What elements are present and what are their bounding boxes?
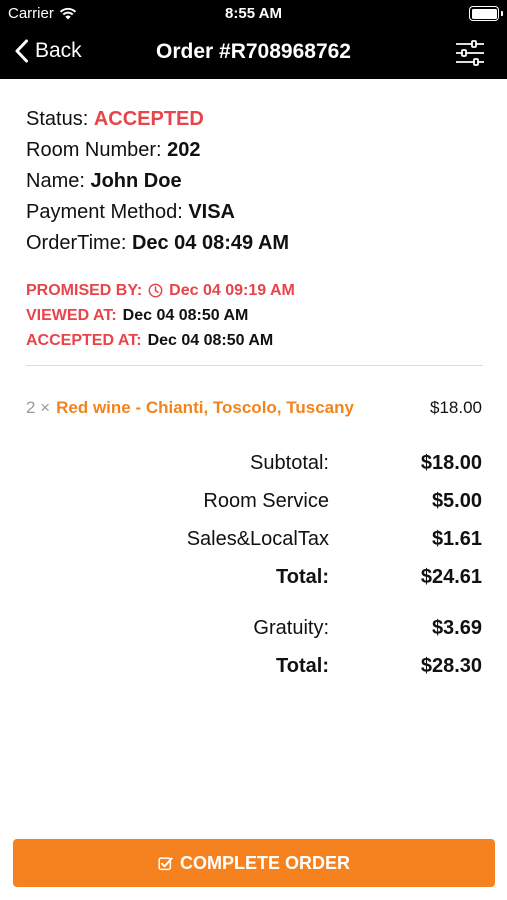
room-label: Room Number: (26, 139, 168, 161)
tax-value: $1.61 (431, 528, 482, 550)
accepted-row: ACCEPTED AT: Dec 04 08:50 AM (26, 328, 295, 353)
room-value: 202 (167, 139, 201, 161)
total-value: $24.61 (420, 566, 482, 588)
gratuity-label: Gratuity: (253, 617, 329, 639)
promised-value: Dec 04 09:19 AM (169, 282, 295, 299)
complete-order-label: COMPLETE ORDER (179, 852, 350, 873)
clock-icon (148, 283, 163, 298)
top-bar: Carrier 8:55 AM Back Order #R708968762 (0, 0, 507, 79)
grand-total-value: $28.30 (420, 655, 482, 677)
subtotal-value: $18.00 (420, 452, 482, 474)
page-title: Order #R708968762 (156, 40, 351, 63)
grand-total-label: Total: (276, 655, 329, 677)
gratuity-value: $3.69 (431, 617, 482, 639)
item-qty: 2 × (26, 398, 51, 417)
accepted-value: Dec 04 08:50 AM (147, 332, 274, 349)
accepted-label: ACCEPTED AT: (26, 332, 142, 349)
battery-icon (469, 6, 503, 21)
filter-button[interactable] (455, 40, 485, 66)
room-row: Room Number: 202 (26, 135, 289, 166)
ordertime-value: Dec 04 08:49 AM (131, 232, 290, 254)
payment-row: Payment Method: VISA (26, 197, 289, 228)
payment-label: Payment Method: (26, 201, 189, 223)
promised-label: PROMISED BY: (26, 282, 143, 299)
list-item[interactable]: 2 × Red wine - Chianti, Toscolo, Tuscany… (26, 396, 482, 420)
promised-row: PROMISED BY: Dec 04 09:19 AM (26, 278, 295, 303)
tax-label: Sales&LocalTax (186, 528, 329, 550)
name-label: Name: (26, 170, 91, 192)
status-time: 8:55 AM (225, 5, 282, 22)
room-service-label: Room Service (203, 490, 329, 512)
room-service-value: $5.00 (431, 490, 482, 512)
subtotal-label: Subtotal: (250, 452, 329, 474)
viewed-label: VIEWED AT: (26, 307, 117, 324)
ordertime-label: OrderTime: (26, 232, 132, 254)
viewed-value: Dec 04 08:50 AM (122, 307, 249, 324)
subtotal-row: Subtotal: $18.00 (0, 448, 507, 486)
status-badge: ACCEPTED (93, 108, 204, 130)
order-info: Status: ACCEPTED Room Number: 202 Name: … (26, 104, 289, 259)
complete-order-button[interactable]: COMPLETE ORDER (13, 839, 495, 887)
name-value: John Doe (90, 170, 182, 192)
viewed-row: VIEWED AT: Dec 04 08:50 AM (26, 303, 295, 328)
name-row: Name: John Doe (26, 166, 289, 197)
check-square-icon (158, 856, 173, 870)
grand-total-row: Total: $28.30 (0, 651, 507, 689)
ordertime-row: OrderTime: Dec 04 08:49 AM (26, 228, 289, 259)
status-bar: Carrier 8:55 AM (0, 0, 507, 28)
total-row: Total: $24.61 (0, 562, 507, 600)
status-label: Status: (26, 108, 94, 130)
tax-row: Sales&LocalTax $1.61 (0, 524, 507, 562)
nav-bar: Back Order #R708968762 (0, 28, 507, 79)
status-row: Status: ACCEPTED (26, 104, 289, 135)
payment-value: VISA (188, 201, 235, 223)
room-service-row: Room Service $5.00 (0, 486, 507, 524)
order-timeline: PROMISED BY: Dec 04 09:19 AM VIEWED AT: … (26, 278, 295, 353)
item-price: $18.00 (430, 398, 482, 417)
order-summary: Subtotal: $18.00 Room Service $5.00 Sale… (0, 448, 507, 689)
total-label: Total: (276, 566, 329, 588)
summary-spacer (0, 600, 507, 613)
item-name: Red wine - Chianti, Toscolo, Tuscany (56, 398, 354, 417)
divider (26, 365, 483, 366)
gratuity-row: Gratuity: $3.69 (0, 613, 507, 651)
sliders-icon (456, 40, 484, 66)
